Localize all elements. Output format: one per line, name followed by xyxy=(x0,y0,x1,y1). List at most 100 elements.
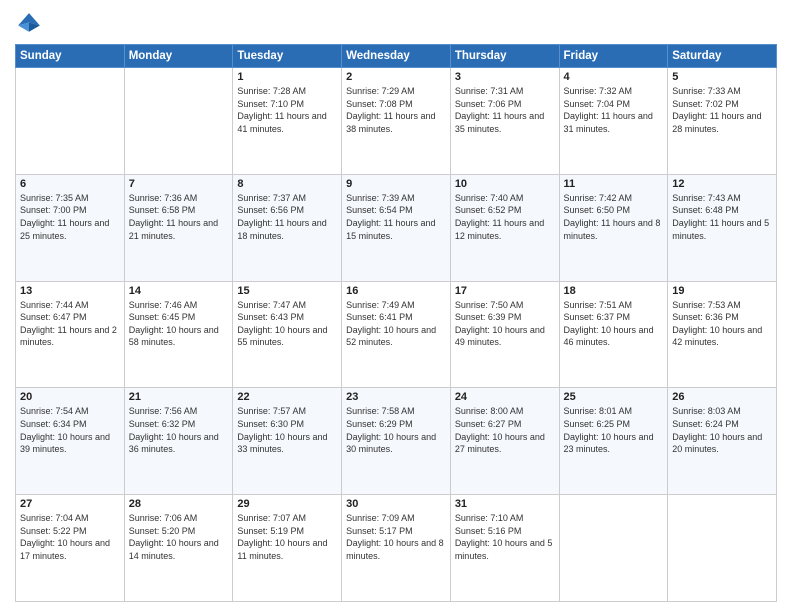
day-number: 6 xyxy=(20,178,120,190)
cell-info: Sunrise: 7:32 AMSunset: 7:04 PMDaylight:… xyxy=(564,85,664,135)
calendar-cell: 28 Sunrise: 7:06 AMSunset: 5:20 PMDayligh… xyxy=(124,495,233,602)
cell-info: Sunrise: 7:10 AMSunset: 5:16 PMDaylight:… xyxy=(455,512,555,562)
calendar-cell xyxy=(16,68,125,175)
day-number: 1 xyxy=(237,71,337,83)
day-number: 12 xyxy=(672,178,772,190)
day-number: 9 xyxy=(346,178,446,190)
cell-info: Sunrise: 7:42 AMSunset: 6:50 PMDaylight:… xyxy=(564,192,664,242)
cell-info: Sunrise: 7:06 AMSunset: 5:20 PMDaylight:… xyxy=(129,512,229,562)
cell-info: Sunrise: 7:33 AMSunset: 7:02 PMDaylight:… xyxy=(672,85,772,135)
day-number: 29 xyxy=(237,498,337,510)
day-number: 16 xyxy=(346,285,446,297)
cell-info: Sunrise: 7:31 AMSunset: 7:06 PMDaylight:… xyxy=(455,85,555,135)
day-number: 28 xyxy=(129,498,229,510)
calendar-cell: 26 Sunrise: 8:03 AMSunset: 6:24 PMDayligh… xyxy=(668,388,777,495)
calendar-cell: 29 Sunrise: 7:07 AMSunset: 5:19 PMDayligh… xyxy=(233,495,342,602)
calendar-cell: 24Sunrise: 8:00 AMSunset: 6:27 PMDayligh… xyxy=(450,388,559,495)
calendar-cell: 18 Sunrise: 7:51 AMSunset: 6:37 PMDayligh… xyxy=(559,281,668,388)
cell-info: Sunrise: 7:36 AMSunset: 6:58 PMDaylight:… xyxy=(129,192,229,242)
calendar-cell xyxy=(124,68,233,175)
cell-info: Sunrise: 7:37 AMSunset: 6:56 PMDaylight:… xyxy=(237,192,337,242)
week-row-1: 6 Sunrise: 7:35 AMSunset: 7:00 PMDaylight… xyxy=(16,174,777,281)
calendar-cell: 9 Sunrise: 7:39 AMSunset: 6:54 PMDaylight… xyxy=(342,174,451,281)
weekday-header-tuesday: Tuesday xyxy=(233,45,342,68)
cell-info: Sunrise: 7:29 AMSunset: 7:08 PMDaylight:… xyxy=(346,85,446,135)
logo-icon xyxy=(15,10,43,38)
day-number: 4 xyxy=(564,71,664,83)
day-number: 10 xyxy=(455,178,555,190)
day-number: 17 xyxy=(455,285,555,297)
day-number: 22 xyxy=(237,391,337,403)
cell-info: Sunrise: 7:53 AMSunset: 6:36 PMDaylight:… xyxy=(672,299,772,349)
day-number: 8 xyxy=(237,178,337,190)
cell-info: Sunrise: 7:39 AMSunset: 6:54 PMDaylight:… xyxy=(346,192,446,242)
page: SundayMondayTuesdayWednesdayThursdayFrid… xyxy=(0,0,792,612)
cell-info: Sunrise: 7:07 AMSunset: 5:19 PMDaylight:… xyxy=(237,512,337,562)
day-number: 23 xyxy=(346,391,446,403)
week-row-0: 1 Sunrise: 7:28 AMSunset: 7:10 PMDaylight… xyxy=(16,68,777,175)
day-number: 18 xyxy=(564,285,664,297)
cell-info: Sunrise: 7:57 AMSunset: 6:30 PMDaylight:… xyxy=(237,405,337,455)
cell-info: Sunrise: 7:35 AMSunset: 7:00 PMDaylight:… xyxy=(20,192,120,242)
cell-info: Sunrise: 7:09 AMSunset: 5:17 PMDaylight:… xyxy=(346,512,446,562)
cell-info: Sunrise: 7:50 AMSunset: 6:39 PMDaylight:… xyxy=(455,299,555,349)
cell-info: Sunrise: 7:04 AMSunset: 5:22 PMDaylight:… xyxy=(20,512,120,562)
day-number: 7 xyxy=(129,178,229,190)
week-row-4: 27Sunrise: 7:04 AMSunset: 5:22 PMDayligh… xyxy=(16,495,777,602)
day-number: 15 xyxy=(237,285,337,297)
day-number: 2 xyxy=(346,71,446,83)
cell-info: Sunrise: 7:44 AMSunset: 6:47 PMDaylight:… xyxy=(20,299,120,349)
day-number: 21 xyxy=(129,391,229,403)
calendar-cell: 14Sunrise: 7:46 AMSunset: 6:45 PMDayligh… xyxy=(124,281,233,388)
calendar-cell: 23 Sunrise: 7:58 AMSunset: 6:29 PMDayligh… xyxy=(342,388,451,495)
header xyxy=(15,10,777,38)
weekday-header-wednesday: Wednesday xyxy=(342,45,451,68)
weekday-header-thursday: Thursday xyxy=(450,45,559,68)
calendar-cell: 30 Sunrise: 7:09 AMSunset: 5:17 PMDayligh… xyxy=(342,495,451,602)
day-number: 13 xyxy=(20,285,120,297)
calendar-cell: 6 Sunrise: 7:35 AMSunset: 7:00 PMDaylight… xyxy=(16,174,125,281)
calendar-cell: 25 Sunrise: 8:01 AMSunset: 6:25 PMDayligh… xyxy=(559,388,668,495)
cell-info: Sunrise: 8:03 AMSunset: 6:24 PMDaylight:… xyxy=(672,405,772,455)
calendar-cell: 20Sunrise: 7:54 AMSunset: 6:34 PMDayligh… xyxy=(16,388,125,495)
day-number: 3 xyxy=(455,71,555,83)
calendar-cell: 21 Sunrise: 7:56 AMSunset: 6:32 PMDayligh… xyxy=(124,388,233,495)
day-number: 19 xyxy=(672,285,772,297)
cell-info: Sunrise: 7:47 AMSunset: 6:43 PMDaylight:… xyxy=(237,299,337,349)
day-number: 26 xyxy=(672,391,772,403)
day-number: 25 xyxy=(564,391,664,403)
calendar-cell: 31 Sunrise: 7:10 AMSunset: 5:16 PMDayligh… xyxy=(450,495,559,602)
week-row-2: 13 Sunrise: 7:44 AMSunset: 6:47 PMDayligh… xyxy=(16,281,777,388)
week-row-3: 20Sunrise: 7:54 AMSunset: 6:34 PMDayligh… xyxy=(16,388,777,495)
calendar-cell xyxy=(668,495,777,602)
cell-info: Sunrise: 7:28 AMSunset: 7:10 PMDaylight:… xyxy=(237,85,337,135)
calendar-cell: 11 Sunrise: 7:42 AMSunset: 6:50 PMDayligh… xyxy=(559,174,668,281)
cell-info: Sunrise: 7:43 AMSunset: 6:48 PMDaylight:… xyxy=(672,192,772,242)
calendar-cell xyxy=(559,495,668,602)
cell-info: Sunrise: 7:54 AMSunset: 6:34 PMDaylight:… xyxy=(20,405,120,455)
calendar-cell: 22 Sunrise: 7:57 AMSunset: 6:30 PMDayligh… xyxy=(233,388,342,495)
day-number: 31 xyxy=(455,498,555,510)
calendar-cell: 15 Sunrise: 7:47 AMSunset: 6:43 PMDayligh… xyxy=(233,281,342,388)
cell-info: Sunrise: 7:46 AMSunset: 6:45 PMDaylight:… xyxy=(129,299,229,349)
logo xyxy=(15,10,45,38)
calendar-cell: 8 Sunrise: 7:37 AMSunset: 6:56 PMDaylight… xyxy=(233,174,342,281)
cell-info: Sunrise: 8:01 AMSunset: 6:25 PMDaylight:… xyxy=(564,405,664,455)
calendar-cell: 27Sunrise: 7:04 AMSunset: 5:22 PMDayligh… xyxy=(16,495,125,602)
calendar-cell: 3 Sunrise: 7:31 AMSunset: 7:06 PMDaylight… xyxy=(450,68,559,175)
weekday-header-friday: Friday xyxy=(559,45,668,68)
day-number: 11 xyxy=(564,178,664,190)
cell-info: Sunrise: 8:00 AMSunset: 6:27 PMDaylight:… xyxy=(455,405,555,455)
calendar-cell: 1 Sunrise: 7:28 AMSunset: 7:10 PMDaylight… xyxy=(233,68,342,175)
weekday-header-saturday: Saturday xyxy=(668,45,777,68)
weekday-header-monday: Monday xyxy=(124,45,233,68)
cell-info: Sunrise: 7:49 AMSunset: 6:41 PMDaylight:… xyxy=(346,299,446,349)
cell-info: Sunrise: 7:56 AMSunset: 6:32 PMDaylight:… xyxy=(129,405,229,455)
day-number: 30 xyxy=(346,498,446,510)
weekday-header-row: SundayMondayTuesdayWednesdayThursdayFrid… xyxy=(16,45,777,68)
cell-info: Sunrise: 7:51 AMSunset: 6:37 PMDaylight:… xyxy=(564,299,664,349)
calendar-cell: 4 Sunrise: 7:32 AMSunset: 7:04 PMDaylight… xyxy=(559,68,668,175)
calendar-cell: 19 Sunrise: 7:53 AMSunset: 6:36 PMDayligh… xyxy=(668,281,777,388)
cell-info: Sunrise: 7:40 AMSunset: 6:52 PMDaylight:… xyxy=(455,192,555,242)
cell-info: Sunrise: 7:58 AMSunset: 6:29 PMDaylight:… xyxy=(346,405,446,455)
